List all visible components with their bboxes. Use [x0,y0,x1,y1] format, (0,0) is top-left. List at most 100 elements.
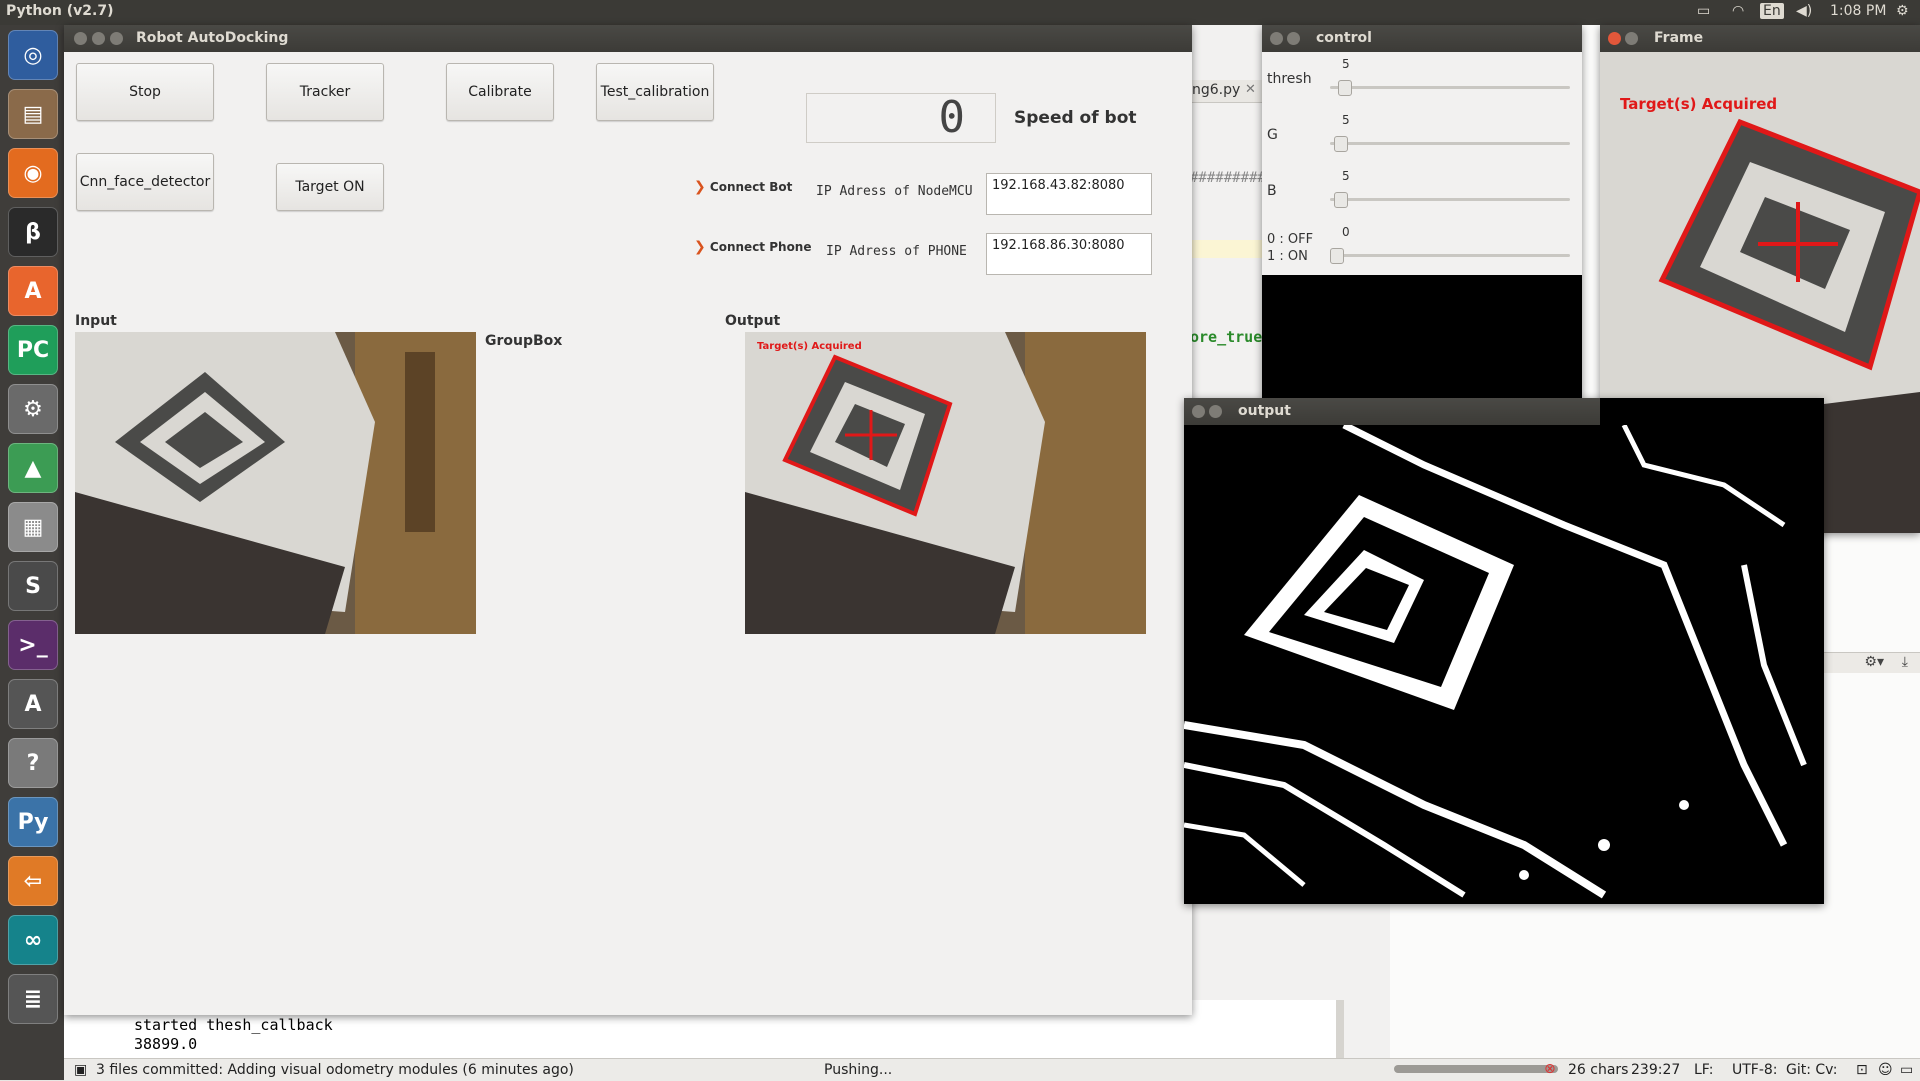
b-slider[interactable] [1330,198,1570,201]
slider-label: B [1267,183,1277,199]
maximize-window-icon[interactable] [110,32,123,45]
cursor-position[interactable]: 239:27 [1631,1062,1680,1078]
launcher: ◎ ▤ ◉ β A PC ⚙ ▲ ▦ S >_ A? Py ⇦ ∞ ≣ [0,25,64,1080]
target-toggle-slider[interactable] [1330,254,1570,257]
commit-icon[interactable]: ▣ [74,1062,87,1078]
close-window-icon[interactable] [1608,32,1621,45]
console-scrollbar[interactable] [1336,1000,1344,1060]
slider-value: 5 [1342,113,1350,127]
frame-title: Frame [1654,30,1704,46]
python-icon[interactable]: Py [8,797,58,847]
cancel-icon[interactable]: ⊗ [1544,1061,1556,1077]
connect-phone-button[interactable]: ❯ Connect Phone [694,239,812,255]
software-center-icon[interactable]: A [8,266,58,316]
top-panel: Python (v2.7) ▭ ◠ En ◀) 1:08 PM ⚙ [0,0,1920,25]
files-icon[interactable]: ▤ [8,89,58,139]
slider-value: 5 [1342,169,1350,183]
event-log-icon[interactable]: ▭ [1900,1062,1913,1078]
minimize-window-icon[interactable] [1625,32,1638,45]
sublime-text-icon[interactable]: S [8,561,58,611]
minimize-window-icon[interactable] [1287,32,1300,45]
control-black-area [1262,275,1582,400]
slider-value: 5 [1342,57,1350,71]
chevron-right-icon: ❯ [694,239,706,255]
g-slider[interactable] [1330,142,1570,145]
console-line: started thesh_callback [134,1016,333,1034]
minimize-window-icon[interactable] [92,32,105,45]
editor-tab[interactable]: ng6.py [1192,82,1240,98]
control-titlebar[interactable]: control [1262,25,1582,52]
test-calibration-button[interactable]: Test_calibration [596,63,714,121]
scanner-icon[interactable]: ▦ [8,502,58,552]
stack-icon[interactable]: ≣ [8,974,58,1024]
firefox-icon[interactable]: ◉ [8,148,58,198]
output-title: output [1238,403,1291,419]
slider-handle[interactable] [1338,80,1352,96]
target-on-button[interactable]: Target ON [276,163,384,211]
pycharm-edu-icon[interactable]: β [8,207,58,257]
threshold-output-image [1184,425,1824,904]
window-title: Robot AutoDocking [136,30,289,46]
pycharm-icon[interactable]: PC [8,325,58,375]
input-camera-image [75,332,476,634]
git-branch[interactable]: Git: Cv: [1786,1062,1837,1078]
hide-icon[interactable]: ⤓ [1902,654,1908,670]
active-app-title: Python (v2.7) [6,3,114,19]
line-separator[interactable]: LF: [1694,1062,1713,1078]
settings-icon[interactable]: ⚙▾ [1864,654,1884,670]
slider-value: 0 [1342,225,1350,239]
ip-nodemcu-input[interactable]: 192.168.43.82:8080 [986,173,1152,215]
battery-icon[interactable]: ▭ [1697,3,1710,19]
stop-button[interactable]: Stop [76,63,214,121]
tracker-button[interactable]: Tracker [266,63,384,121]
slider-label: thresh [1267,71,1312,87]
system-settings-icon[interactable]: ⚙ [8,384,58,434]
slider-label: 0 : OFF [1267,232,1314,247]
cnn-face-detector-button[interactable]: Cnn_face_detector [76,153,214,211]
ip-phone-label: IP Adress of PHONE [826,244,967,259]
window-titlebar[interactable]: Robot AutoDocking [64,25,1192,52]
output-titlebar[interactable]: output [1184,398,1600,425]
help-icon[interactable]: ? [8,738,58,788]
speed-lcd: 0 [806,93,996,143]
lock-icon[interactable]: ⊡ [1856,1062,1868,1078]
keyboard-indicator[interactable]: En [1760,3,1784,19]
chevron-right-icon: ❯ [694,179,706,195]
close-window-icon[interactable] [1192,405,1205,418]
slider-label: G [1267,127,1278,143]
code-fragment-2: ore_true' [1190,328,1272,346]
wifi-icon[interactable]: ◠ [1732,3,1744,19]
ubuntu-dash-icon[interactable]: ◎ [8,30,58,80]
status-bar: ▣ 3 files committed: Adding visual odome… [64,1058,1920,1081]
volume-icon[interactable]: ◀) [1796,3,1812,19]
connect-bot-button[interactable]: ❯ Connect Bot [694,179,792,195]
frame-titlebar[interactable]: Frame [1600,25,1920,52]
terminal-icon[interactable]: >_ [8,620,58,670]
back-arrow-icon[interactable]: ⇦ [8,856,58,906]
software-updater-icon[interactable]: A [8,679,58,729]
close-tab-icon[interactable]: ✕ [1245,82,1256,97]
encoding[interactable]: UTF-8: [1732,1062,1778,1078]
output-overlay-text: Target(s) Acquired [757,341,862,352]
ip-phone-input[interactable]: 192.168.86.30:8080 [986,233,1152,275]
output-window: output [1184,398,1824,904]
clock[interactable]: 1:08 PM [1830,3,1886,19]
arduino-icon[interactable]: ∞ [8,915,58,965]
slider-handle[interactable] [1334,192,1348,208]
android-studio-icon[interactable]: ▲ [8,443,58,493]
slider-handle[interactable] [1334,136,1348,152]
thresh-slider[interactable] [1330,86,1570,89]
slider-handle[interactable] [1330,248,1344,264]
close-window-icon[interactable] [74,32,87,45]
robot-autodocking-window: Robot AutoDocking Stop Tracker Calibrate… [64,25,1192,1015]
inspector-icon[interactable]: ☺ [1878,1062,1893,1078]
frame-overlay-text: Target(s) Acquired [1620,95,1778,113]
slider-label-2: 1 : ON [1267,249,1308,264]
input-label: Input [75,313,117,329]
close-window-icon[interactable] [1270,32,1283,45]
minimize-window-icon[interactable] [1209,405,1222,418]
settings-gear-icon[interactable]: ⚙ [1896,3,1909,19]
speed-label: Speed of bot [1014,108,1137,128]
console-line: 38899.0 [134,1035,198,1053]
calibrate-button[interactable]: Calibrate [446,63,554,121]
